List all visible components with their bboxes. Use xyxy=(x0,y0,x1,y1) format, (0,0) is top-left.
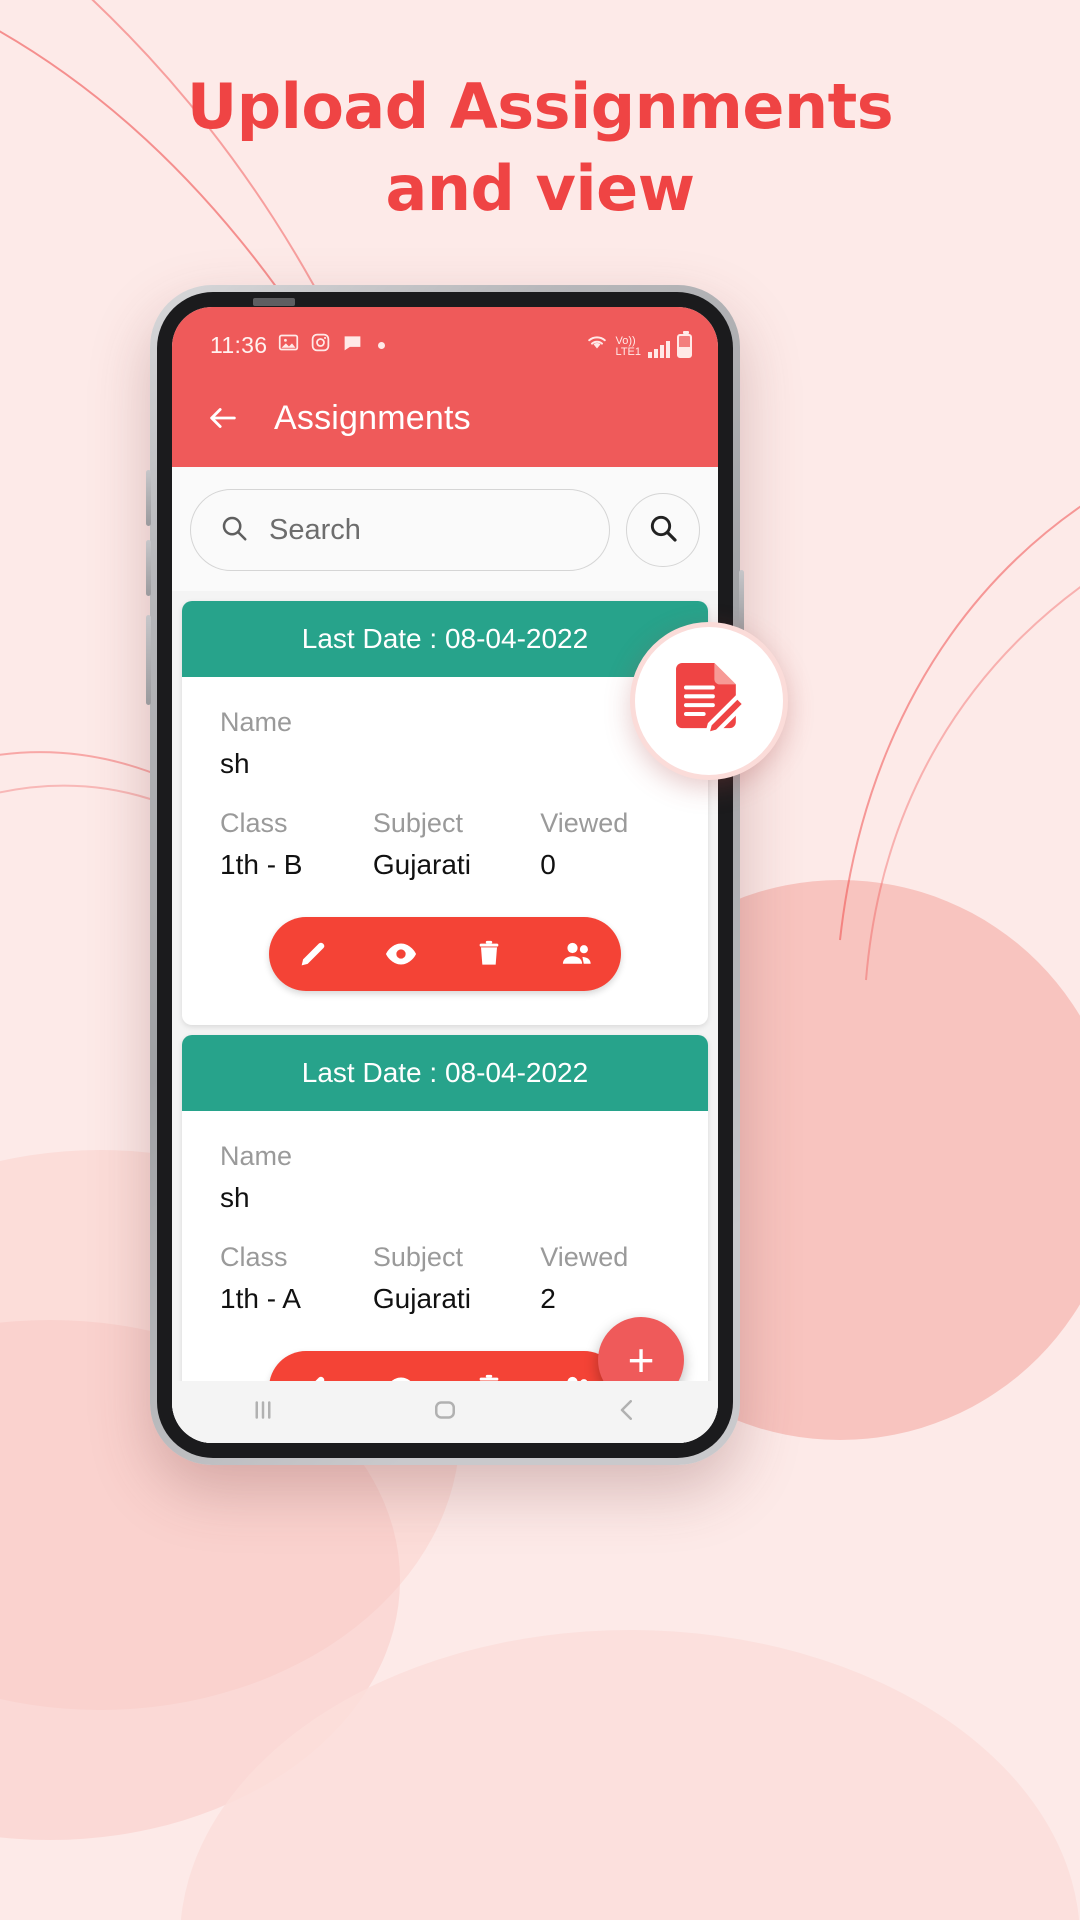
search-button[interactable] xyxy=(626,493,700,567)
chat-icon xyxy=(342,332,363,359)
android-navigation-bar xyxy=(172,1381,718,1443)
search-icon xyxy=(219,513,249,548)
arrow-left-icon[interactable] xyxy=(206,401,240,435)
search-input[interactable]: Search xyxy=(190,489,610,571)
status-bar: 11:36 Vo)) LTE1 xyxy=(172,307,718,369)
viewed-value: 2 xyxy=(540,1283,556,1314)
wifi-icon xyxy=(585,332,609,358)
instagram-icon xyxy=(310,332,331,359)
subject-label: Subject xyxy=(372,1242,463,1272)
card-detail-row: Class 1th - A Subject Gujarati Viewed 2 xyxy=(220,1242,670,1315)
card-body: Name sh Class 1th - B Subject Gujarati V… xyxy=(182,677,708,1025)
plus-icon: + xyxy=(627,1334,655,1386)
headline-line-1: Upload Assignments xyxy=(186,70,894,143)
screen-content: Search Last Date : 08-04-2022 Name sh Cl… xyxy=(172,467,718,1443)
viewed-value: 0 xyxy=(540,849,556,880)
recents-icon[interactable] xyxy=(248,1395,278,1430)
viewed-label: Viewed xyxy=(540,808,629,838)
volte-icon: Vo)) LTE1 xyxy=(615,335,641,358)
earpiece-slot xyxy=(253,298,295,306)
class-value: 1th - A xyxy=(220,1283,301,1314)
card-last-date-header: Last Date : 08-04-2022 xyxy=(182,601,708,677)
class-column: Class 1th - B xyxy=(220,808,373,881)
side-key-button[interactable] xyxy=(739,570,744,634)
search-row: Search xyxy=(172,467,718,591)
volume-down-button[interactable] xyxy=(146,540,151,596)
card-detail-row: Class 1th - B Subject Gujarati Viewed 0 xyxy=(220,808,670,881)
app-bar: Assignments xyxy=(172,369,718,467)
document-edit-icon xyxy=(663,653,755,750)
power-button[interactable] xyxy=(146,615,151,705)
assignment-card[interactable]: Last Date : 08-04-2022 Name sh Class 1th… xyxy=(182,601,708,1025)
edit-icon[interactable] xyxy=(293,934,333,974)
viewed-label: Viewed xyxy=(540,1242,629,1272)
name-label: Name xyxy=(220,1141,293,1171)
feature-badge xyxy=(630,622,788,780)
people-icon[interactable] xyxy=(557,934,597,974)
card-action-bar xyxy=(269,917,621,991)
eye-icon[interactable] xyxy=(381,934,421,974)
name-label: Name xyxy=(220,707,293,737)
page-title: Assignments xyxy=(274,398,471,437)
name-value: sh xyxy=(220,748,250,779)
viewed-column: Viewed 0 xyxy=(540,808,670,881)
subject-column: Subject Gujarati xyxy=(373,1242,540,1315)
home-icon[interactable] xyxy=(430,1395,460,1430)
subject-column: Subject Gujarati xyxy=(373,808,540,881)
search-icon xyxy=(647,512,679,549)
class-value: 1th - B xyxy=(220,849,303,880)
class-label: Class xyxy=(220,808,288,838)
status-bar-time: 11:36 xyxy=(210,331,268,358)
name-value: sh xyxy=(220,1182,250,1213)
signal-icon xyxy=(648,341,670,358)
subject-label: Subject xyxy=(372,808,463,838)
phone-mockup: 11:36 Vo)) LTE1 Assignments Search Last … xyxy=(146,285,744,1465)
class-column: Class 1th - A xyxy=(220,1242,373,1315)
headline-line-2: and view xyxy=(385,152,695,225)
phone-screen: 11:36 Vo)) LTE1 Assignments Search Last … xyxy=(172,307,718,1443)
subject-value: Gujarati xyxy=(372,849,471,880)
back-icon[interactable] xyxy=(612,1395,642,1430)
dot-icon xyxy=(378,341,386,349)
search-placeholder: Search xyxy=(269,513,361,546)
image-icon xyxy=(278,332,299,359)
card-last-date-header: Last Date : 08-04-2022 xyxy=(182,1035,708,1111)
class-label: Class xyxy=(220,1242,288,1272)
subject-value: Gujarati xyxy=(372,1283,471,1314)
volume-up-button[interactable] xyxy=(146,470,151,526)
promo-headline: Upload Assignments and view xyxy=(0,66,1080,230)
battery-icon xyxy=(677,331,692,358)
trash-icon[interactable] xyxy=(469,934,509,974)
viewed-column: Viewed 2 xyxy=(540,1242,670,1315)
